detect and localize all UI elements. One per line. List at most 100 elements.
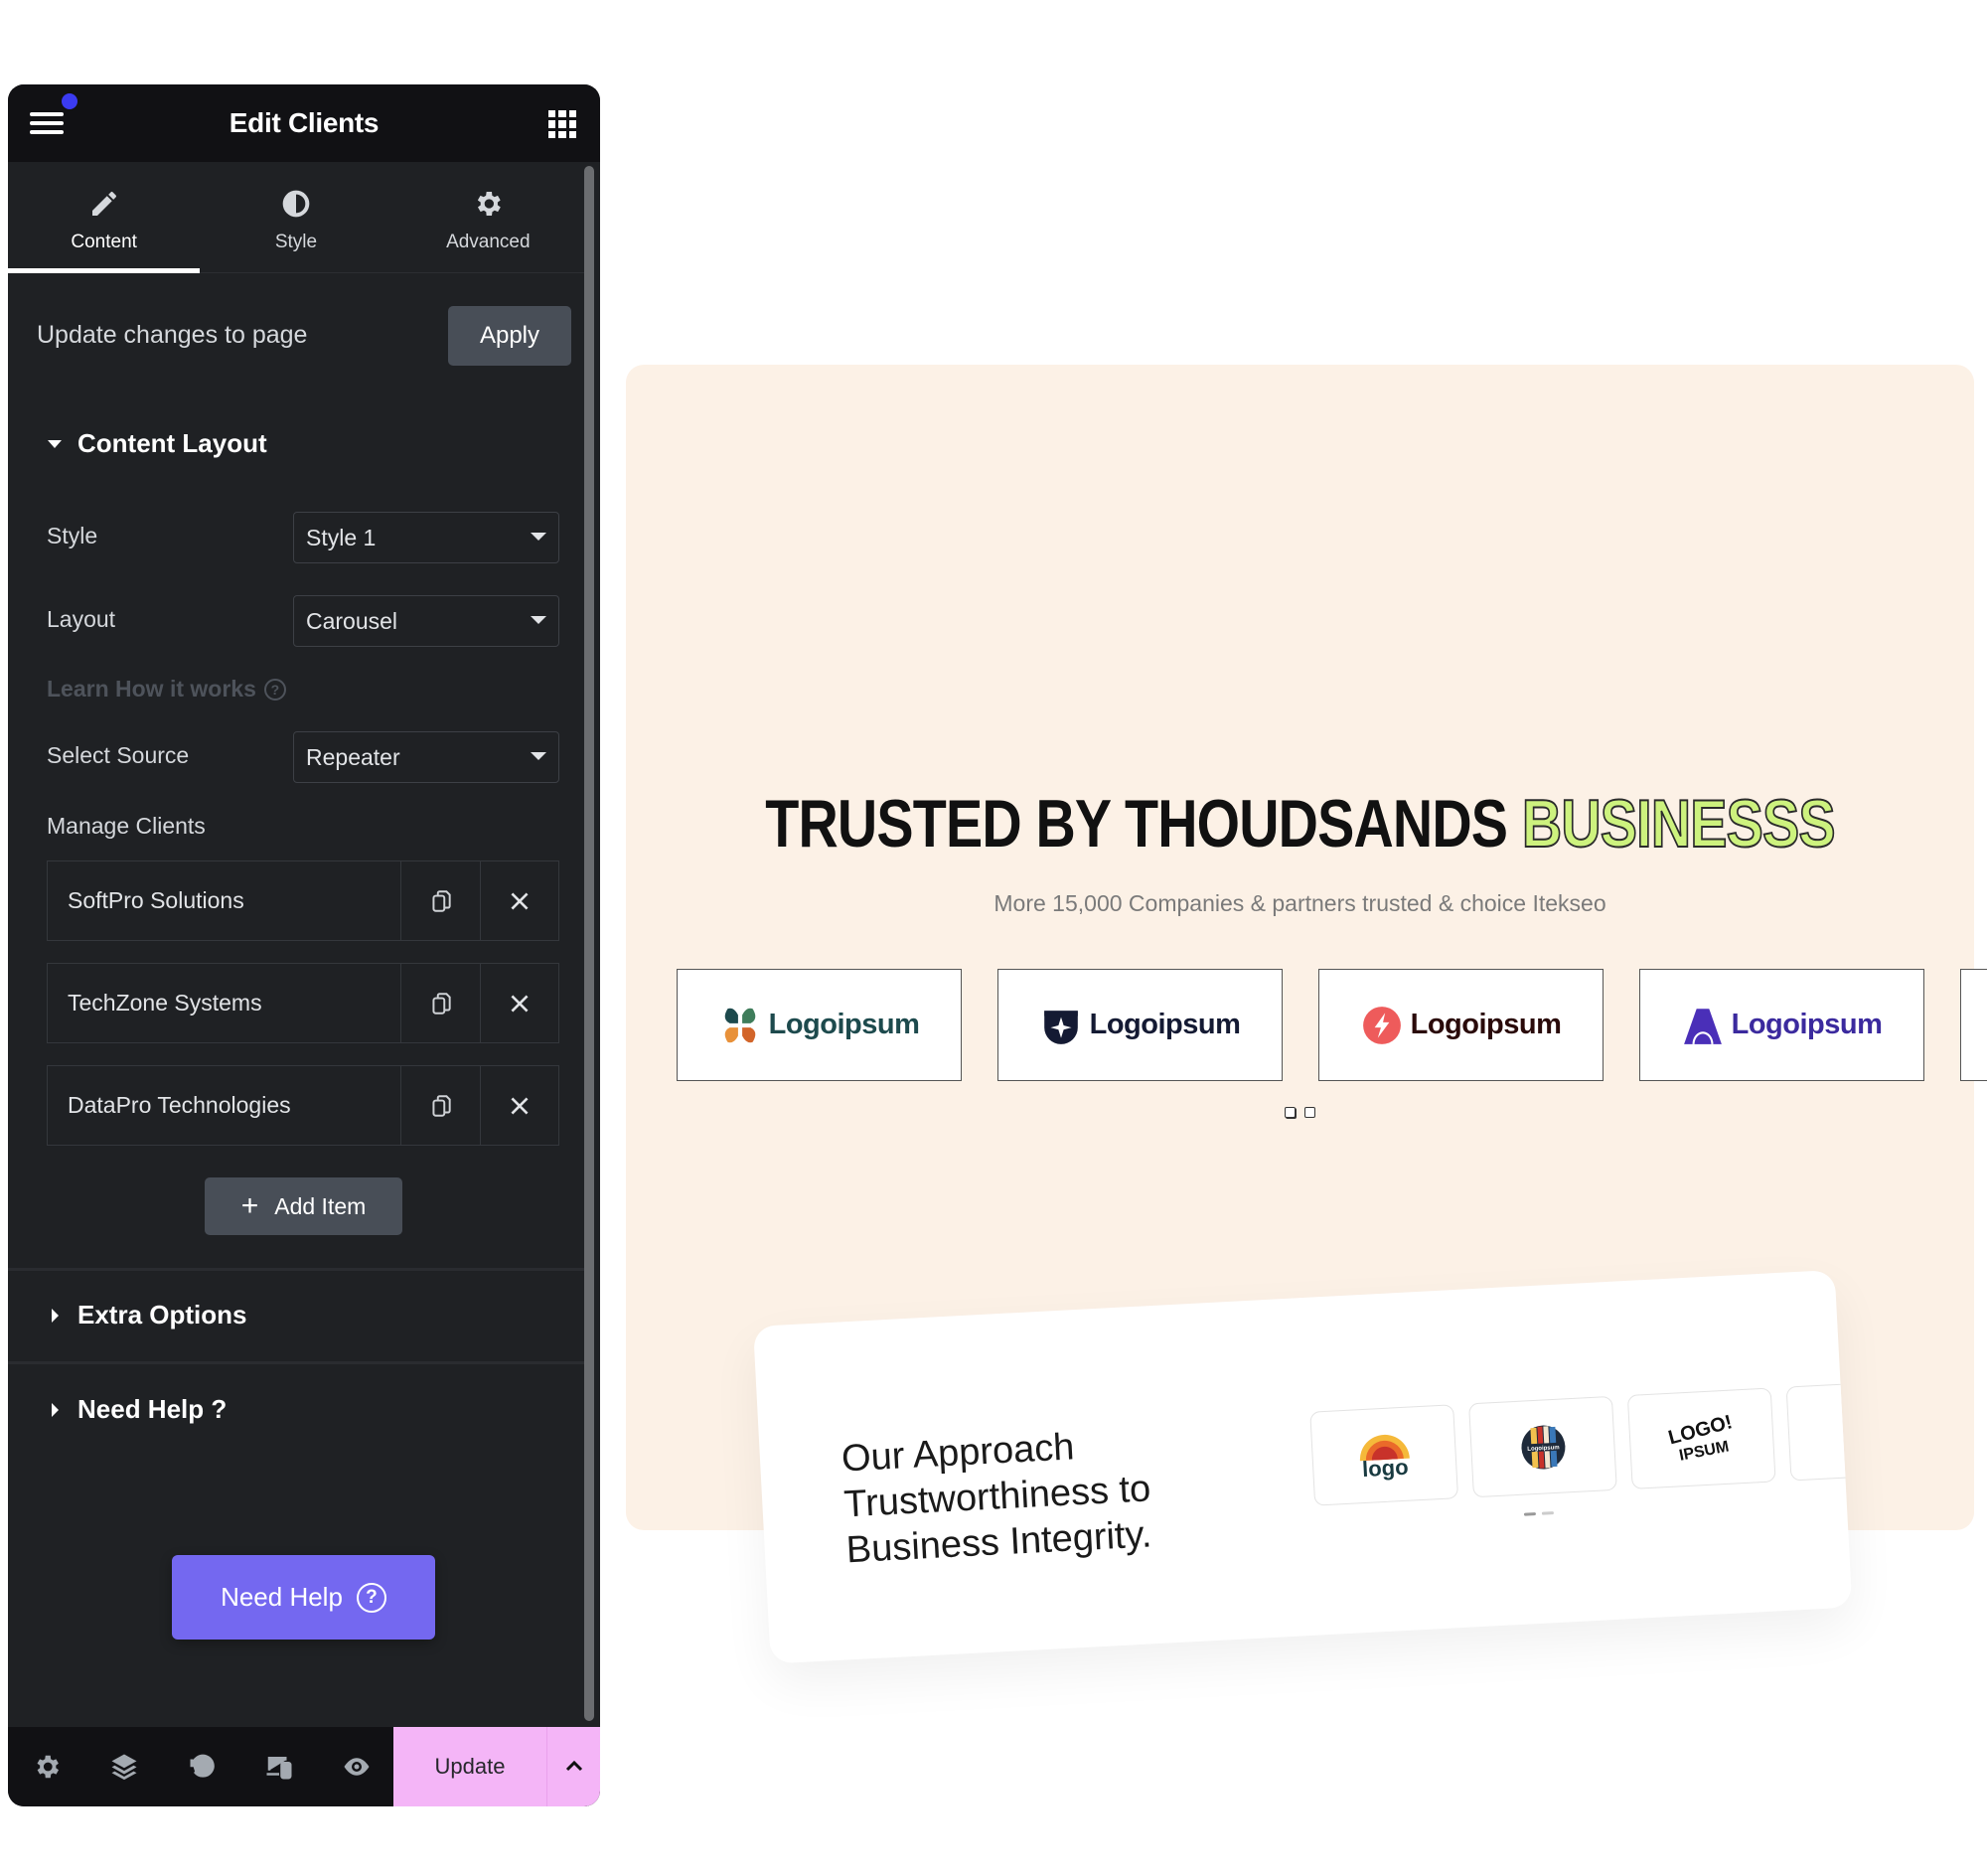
learn-how-text: Learn How it works [47,676,256,702]
settings-button[interactable] [8,1727,85,1806]
tab-content[interactable]: Content [8,162,201,273]
layers-icon [111,1754,137,1781]
layout-select[interactable]: Carousel [293,595,559,647]
logoipsum-badge-icon: Logoipsum [1520,1425,1565,1470]
history-icon [190,1754,215,1778]
mini-carousel-dots [1523,1511,1555,1516]
source-select-value: Repeater [306,743,400,770]
section-need-help[interactable]: Need Help ? [48,1394,227,1425]
tab-label: Content [71,231,137,252]
help-circle-icon: ? [263,678,286,701]
caret-right-icon [52,1402,59,1417]
source-label: Select Source [47,742,190,768]
style-label: Style [47,523,98,548]
client-logo-card[interactable]: Logoipsum [1318,969,1604,1081]
remove-button[interactable] [480,1066,558,1145]
section-content-layout[interactable]: Content Layout [48,428,267,459]
plus-icon: + [240,1189,259,1222]
history-button[interactable] [163,1727,240,1806]
gear-icon [37,1755,60,1779]
section-heading: TRUSTED BY THOUDSANDS BUSINESSS [747,785,1853,862]
caret-down-icon [48,439,62,448]
heading-accent-text: BUSINESSS [1521,785,1836,862]
mini-logo-card[interactable]: Logoipsum [1468,1395,1617,1498]
section-extra-options[interactable]: Extra Options [48,1300,246,1330]
client-logo-card[interactable]: Logoipsum [1639,969,1924,1081]
logo-rainbow-icon: logo [1359,1434,1410,1482]
approach-card: Our Approach Trustworthiness to Business… [753,1269,1853,1664]
responsive-mode-button[interactable] [240,1727,318,1806]
close-icon [511,994,529,1013]
section-divider [8,1268,584,1271]
caret-right-icon [52,1308,59,1323]
dropdown-arrow-icon [531,533,546,541]
add-item-button[interactable]: + Add Item [205,1177,402,1235]
style-select[interactable]: Style 1 [293,512,559,563]
navigator-button[interactable] [85,1727,163,1806]
client-item: SoftPro Solutions [47,860,559,941]
chevron-up-icon [565,1760,582,1772]
section-title: Extra Options [77,1300,247,1329]
tab-label: Style [274,231,318,252]
apply-button[interactable]: Apply [448,306,571,366]
hamburger-menu-icon[interactable] [30,112,64,136]
carousel-dot-1[interactable] [1285,1107,1296,1118]
dropdown-arrow-icon [531,752,546,760]
section-divider [8,1361,584,1364]
client-logo-card[interactable]: Logoipsum [677,969,962,1081]
client-item: DataPro Technologies [47,1065,559,1146]
client-logo-card[interactable]: Logoipsum [997,969,1283,1081]
section-title: Need Help ? [77,1394,228,1424]
pencil-icon [91,191,116,216]
learn-how-link[interactable]: Learn How it works ? [47,676,286,703]
panel-tabs: Content Style Advanced [8,162,584,273]
close-icon [511,891,529,910]
widgets-grid-icon[interactable] [548,110,576,138]
tab-advanced[interactable]: Advanced [392,162,584,272]
mini-logo-card[interactable]: LOGO! IPSUM [1626,1387,1776,1489]
shield-star-logo-icon [1043,1010,1078,1044]
manage-clients-label: Manage Clients [47,813,206,839]
logo-ipsum-text-icon: LOGO! IPSUM [1665,1412,1734,1465]
help-circle-icon: ? [356,1582,386,1613]
update-button[interactable]: Update [393,1727,546,1806]
source-select[interactable]: Repeater [293,731,559,783]
duplicate-button[interactable] [401,1066,480,1145]
mini-logo-card[interactable]: logo [1309,1404,1459,1506]
notification-dot [62,93,77,109]
client-item-name[interactable]: SoftPro Solutions [48,861,401,940]
remove-button[interactable] [480,964,558,1042]
remove-button[interactable] [480,861,558,940]
logo-text: Logoipsum [1410,1009,1562,1040]
duplicate-button[interactable] [401,964,480,1042]
panel-header: Edit Clients [8,84,600,162]
logo-text: Logoipsum [1089,1009,1241,1040]
need-help-label: Need Help [221,1582,343,1612]
copy-icon [431,1094,451,1117]
style-select-value: Style 1 [306,524,377,550]
client-item: TechZone Systems [47,963,559,1043]
dropdown-arrow-icon [531,616,546,624]
copy-icon [431,992,451,1015]
client-item-name[interactable]: DataPro Technologies [48,1066,401,1145]
client-logo-card-partial[interactable] [1960,969,1987,1081]
section-title: Content Layout [77,428,267,458]
duplicate-button[interactable] [401,861,480,940]
contrast-icon [282,190,310,217]
tab-style[interactable]: Style [200,162,391,272]
close-icon [511,1096,529,1115]
arch-logo-icon [1683,1008,1722,1044]
add-item-label: Add Item [274,1192,367,1219]
heading-main-text: TRUSTED BY THOUDSANDS [765,786,1508,861]
preview-button[interactable] [318,1727,395,1806]
section-subtitle: More 15,000 Companies & partners trusted… [994,890,1606,916]
panel-footer: Update [8,1727,600,1806]
approach-heading: Our Approach Trustworthiness to Business… [841,1426,1153,1572]
panel-scrollbar[interactable] [584,166,594,1721]
mini-logo-text: logo [1361,1454,1409,1481]
carousel-dot-2[interactable] [1304,1107,1315,1118]
update-options-button[interactable] [546,1727,600,1806]
client-item-name[interactable]: TechZone Systems [48,964,401,1042]
clover-logo-icon [724,1008,755,1042]
need-help-button[interactable]: Need Help ? [172,1555,435,1640]
